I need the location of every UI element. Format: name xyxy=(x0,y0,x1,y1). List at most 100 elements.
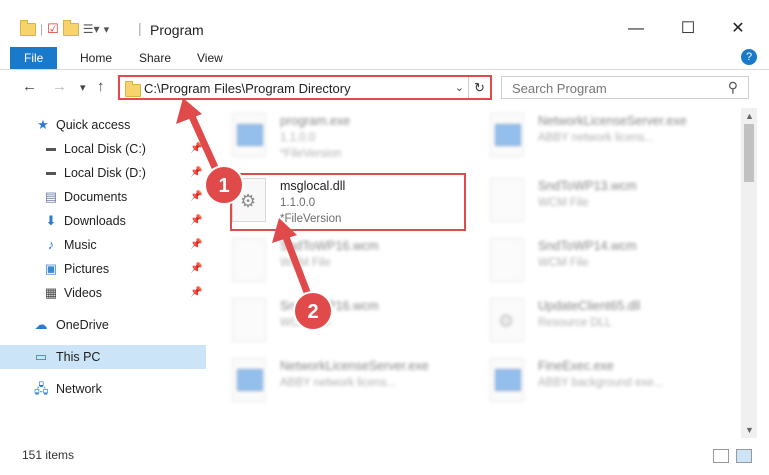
address-bar[interactable]: C:\Program Files\Program Directory ⌄ ↻ xyxy=(118,75,492,100)
item-count: 151 items xyxy=(22,448,75,462)
back-arrow-icon[interactable]: ← xyxy=(22,78,37,95)
picture-icon: ▣ xyxy=(44,261,58,276)
file-description: ABBY network licens... xyxy=(538,132,655,144)
toolbar-dropdown-icon[interactable]: ▾ xyxy=(104,23,110,36)
navigation-pane: ★ Quick access ▬ Local Disk (C:) 📌 ▬ Loc… xyxy=(0,110,206,440)
pin-icon[interactable]: 📌 xyxy=(190,239,202,250)
properties-icon[interactable]: ☑ xyxy=(47,21,59,37)
file-icon xyxy=(232,298,266,342)
close-button[interactable]: ✕ xyxy=(715,14,761,44)
forward-arrow-icon[interactable]: → xyxy=(52,78,67,95)
file-name: UpdateClient65.dll xyxy=(538,299,641,313)
tab-view[interactable]: View xyxy=(185,47,235,69)
title-bar: | ☑ ☰▾ ▾ | Program — ☐ ✕ xyxy=(0,0,769,44)
window-title: Program xyxy=(150,22,204,38)
tab-file[interactable]: File xyxy=(10,47,58,69)
file-item-sndtowp16-b[interactable]: SndToWP16.wcm WCM File xyxy=(220,293,460,351)
sidebar-item-label: Quick access xyxy=(56,118,131,132)
search-placeholder: Search Program xyxy=(512,81,607,96)
sidebar-item-local-disk-c[interactable]: ▬ Local Disk (C:) 📌 xyxy=(0,137,206,161)
exe-file-icon xyxy=(232,113,266,157)
sidebar-item-local-disk-d[interactable]: ▬ Local Disk (D:) 📌 xyxy=(0,161,206,185)
document-icon: ▤ xyxy=(44,189,58,204)
exe-file-icon xyxy=(232,358,266,402)
search-icon[interactable]: ⚲ xyxy=(728,79,738,96)
pin-icon[interactable]: 📌 xyxy=(190,263,202,274)
star-icon: ★ xyxy=(37,117,49,132)
file-name: SndToWP16.wcm xyxy=(280,239,379,253)
file-item-updateclient65[interactable]: UpdateClient65.dll Resource DLL xyxy=(478,293,718,351)
search-input[interactable]: Search Program ⚲ xyxy=(501,76,749,99)
file-item-sndtowp16[interactable]: SndToWP16.wcm WCM File xyxy=(220,233,460,291)
sidebar-item-this-pc[interactable]: ▭ This PC xyxy=(0,345,206,369)
scroll-up-icon[interactable]: ▲ xyxy=(745,111,754,121)
maximize-button[interactable]: ☐ xyxy=(665,14,711,44)
sidebar-item-documents[interactable]: ▤ Documents 📌 xyxy=(0,185,206,209)
sidebar-item-label: Local Disk (C:) xyxy=(64,142,146,156)
tab-share[interactable]: Share xyxy=(127,47,183,69)
sidebar-item-label: Downloads xyxy=(64,214,126,228)
up-arrow-icon[interactable]: ↑ xyxy=(97,78,105,95)
folder-icon[interactable] xyxy=(20,19,36,36)
file-highlight-box xyxy=(230,173,466,231)
disk-icon: ▬ xyxy=(46,167,56,178)
sidebar-item-label: Pictures xyxy=(64,262,110,276)
file-icon xyxy=(490,178,524,222)
address-dropdown-icon[interactable]: ⌄ xyxy=(455,81,464,94)
file-type: Resource DLL xyxy=(538,317,612,329)
title-separator: | xyxy=(138,20,142,36)
minimize-button[interactable]: — xyxy=(613,14,659,44)
sidebar-item-label: Videos xyxy=(64,286,102,300)
sidebar-item-label: Documents xyxy=(64,190,128,204)
download-icon: ⬇ xyxy=(45,213,57,228)
refresh-icon[interactable]: ↻ xyxy=(468,77,490,98)
file-icon xyxy=(490,238,524,282)
pin-icon[interactable]: 📌 xyxy=(190,191,202,202)
file-list: program.exe 1.1.0.0 *FileVersion Network… xyxy=(220,108,740,438)
folder-icon xyxy=(125,81,141,97)
help-icon[interactable]: ? xyxy=(741,49,757,65)
sidebar-item-label: Local Disk (D:) xyxy=(64,166,146,180)
sidebar-item-label: Network xyxy=(56,382,102,396)
file-item-sndtowp14[interactable]: SndToWP14.wcm WCM File xyxy=(478,233,718,291)
pin-icon[interactable]: 📌 xyxy=(190,143,202,154)
network-icon: 🖧 xyxy=(34,381,49,396)
file-item-networklicenseserver[interactable]: NetworkLicenseServer.exe ABBY network li… xyxy=(478,108,718,166)
customize-toolbar-icon[interactable]: ☰▾ xyxy=(83,22,100,36)
file-name: SndToWP14.wcm xyxy=(538,239,637,253)
file-description: ABBY background exe... xyxy=(538,377,664,389)
vertical-scrollbar[interactable]: ▲ ▼ xyxy=(741,108,757,438)
sidebar-item-onedrive[interactable]: ☁ OneDrive xyxy=(0,313,206,337)
navigation-bar: ← → ▾ ↑ C:\Program Files\Program Directo… xyxy=(0,72,769,104)
sidebar-item-downloads[interactable]: ⬇ Downloads 📌 xyxy=(0,209,206,233)
large-icons-view-icon[interactable] xyxy=(736,449,752,463)
file-version: 1.1.0.0 xyxy=(280,132,316,144)
scroll-down-icon[interactable]: ▼ xyxy=(745,425,754,435)
file-item-fineexec[interactable]: FineExec.exe ABBY background exe... xyxy=(478,353,718,411)
sidebar-item-music[interactable]: ♪ Music 📌 xyxy=(0,233,206,257)
address-path[interactable]: C:\Program Files\Program Directory xyxy=(144,81,351,96)
tab-home[interactable]: Home xyxy=(68,47,124,69)
file-item-networklicenseserver-b[interactable]: NetworkLicenseServer.exe ABBY network li… xyxy=(220,353,460,411)
sidebar-item-network[interactable]: 🖧 Network xyxy=(0,377,206,401)
dll-file-icon xyxy=(490,298,524,342)
sidebar-item-pictures[interactable]: ▣ Pictures 📌 xyxy=(0,257,206,281)
file-item-program-exe[interactable]: program.exe 1.1.0.0 *FileVersion xyxy=(220,108,460,166)
sidebar-item-label: This PC xyxy=(56,350,101,364)
pin-icon[interactable]: 📌 xyxy=(190,287,202,298)
recent-locations-icon[interactable]: ▾ xyxy=(80,81,86,94)
scrollbar-thumb[interactable] xyxy=(744,124,754,182)
status-bar: 151 items xyxy=(0,445,769,467)
disk-icon: ▬ xyxy=(46,143,56,154)
file-type: WCM File xyxy=(538,197,589,209)
pin-icon[interactable]: 📌 xyxy=(190,167,202,178)
details-view-icon[interactable] xyxy=(713,449,729,463)
new-folder-icon[interactable] xyxy=(62,19,79,36)
toolbar-separator: | xyxy=(40,22,44,36)
file-item-sndtowp13[interactable]: SndToWP13.wcm WCM File xyxy=(478,173,718,231)
file-version-label: *FileVersion xyxy=(280,148,342,160)
sidebar-item-videos[interactable]: ▦ Videos 📌 xyxy=(0,281,206,305)
sidebar-item-quick-access[interactable]: ★ Quick access xyxy=(0,113,206,137)
cloud-icon: ☁ xyxy=(34,317,48,332)
pin-icon[interactable]: 📌 xyxy=(190,215,202,226)
